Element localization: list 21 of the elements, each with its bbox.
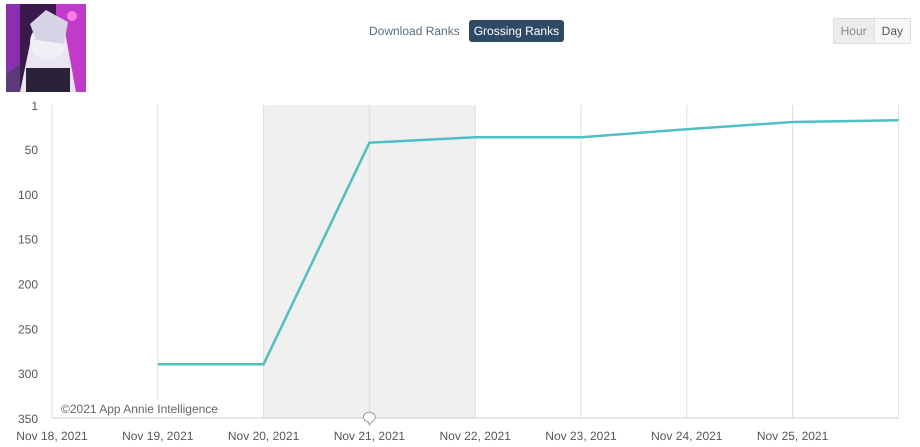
x-tick-label: Nov 23, 2021 xyxy=(545,429,617,443)
x-tick-label: Nov 18, 2021 xyxy=(16,429,88,443)
y-tick-label: 100 xyxy=(18,188,38,202)
x-tick-label: Nov 21, 2021 xyxy=(334,429,406,443)
x-tick-label: Nov 22, 2021 xyxy=(440,429,511,443)
x-tick-label: Nov 24, 2021 xyxy=(651,429,722,443)
y-tick-label: 350 xyxy=(18,412,38,426)
y-tick-label: 50 xyxy=(24,142,38,157)
x-tick-label: Nov 20, 2021 xyxy=(228,429,300,443)
toggle-button[interactable]: Day xyxy=(874,19,910,43)
copyright-text: ©2021 App Annie Intelligence xyxy=(61,402,218,416)
y-tick-label: 150 xyxy=(18,232,38,247)
x-tick-label: Nov 25, 2021 xyxy=(756,429,828,443)
y-tick-label: 1 xyxy=(31,99,38,113)
y-tick-label: 250 xyxy=(18,322,38,336)
tab[interactable]: Grossing Ranks xyxy=(468,20,564,42)
x-tick-label: Nov 19, 2021 xyxy=(122,429,194,443)
y-tick-label: 300 xyxy=(18,367,38,382)
tab[interactable]: Download Ranks xyxy=(364,20,465,42)
y-tick-label: 200 xyxy=(18,277,38,292)
annotation-icon[interactable] xyxy=(362,412,376,426)
